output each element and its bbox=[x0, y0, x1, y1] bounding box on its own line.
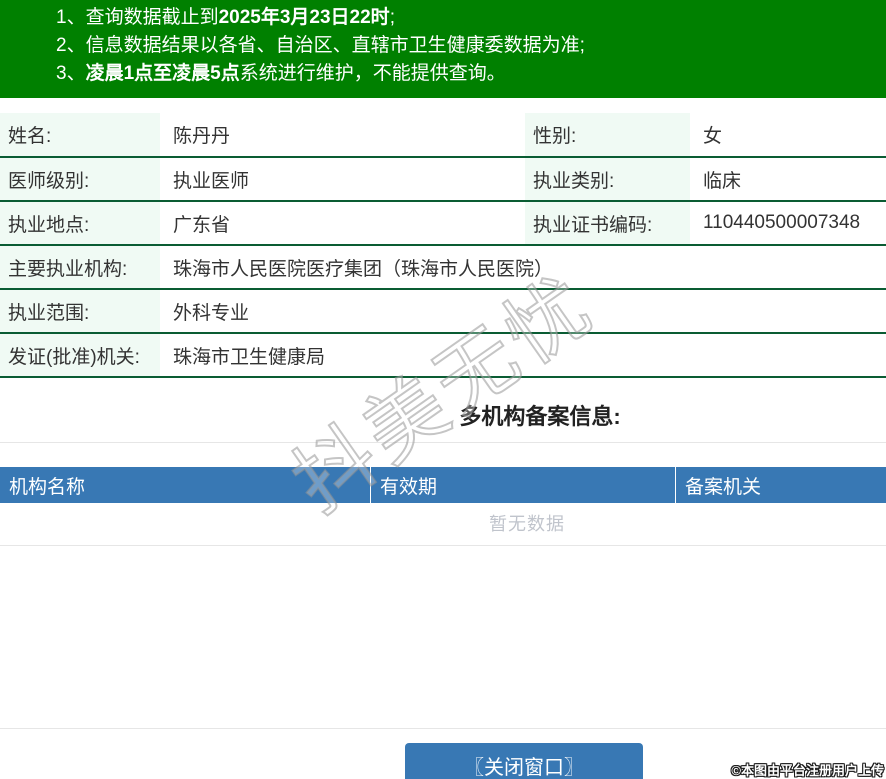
field-label-practice-category: 执业类别: bbox=[525, 157, 690, 202]
practitioner-detail-table: 姓名: 陈丹丹 性别: 女 医师级别: 执业医师 执业类别: 临床 执业地点: … bbox=[0, 113, 886, 378]
table-row: 主要执业机构: 珠海市人民医院医疗集团（珠海市人民医院） bbox=[0, 245, 886, 290]
column-header-institution-name: 机构名称 bbox=[0, 467, 371, 503]
column-header-validity-period: 有效期 bbox=[371, 467, 676, 503]
field-value-name: 陈丹丹 bbox=[160, 113, 525, 158]
field-label-doctor-level: 医师级别: bbox=[0, 157, 160, 202]
table-row: 医师级别: 执业医师 执业类别: 临床 bbox=[0, 157, 886, 202]
query-result-page: 1、查询数据截止到2025年3月23日22时; 2、信息数据结果以各省、自治区、… bbox=[0, 0, 886, 779]
field-value-practice-scope: 外科专业 bbox=[160, 289, 886, 334]
field-label-issuing-authority: 发证(批准)机关: bbox=[0, 333, 160, 378]
multi-org-section-title: 多机构备案信息: bbox=[0, 390, 886, 443]
empty-data-text: 暂无数据 bbox=[489, 514, 565, 534]
section-title-text: 多机构备案信息: bbox=[459, 404, 621, 429]
field-label-gender: 性别: bbox=[525, 113, 690, 158]
column-header-record-authority: 备案机关 bbox=[685, 476, 762, 498]
field-label-practice-scope: 执业范围: bbox=[0, 289, 160, 334]
notice-line-2: 2、信息数据结果以各省、自治区、直辖市卫生健康委数据为准; bbox=[56, 35, 585, 56]
field-value-certificate-number: 110440500007348 bbox=[690, 201, 886, 246]
close-window-button[interactable]: 〖关闭窗口〗 bbox=[405, 743, 643, 779]
field-value-doctor-level: 执业医师 bbox=[160, 157, 525, 202]
table-row: 姓名: 陈丹丹 性别: 女 bbox=[0, 113, 886, 158]
table-row: 执业地点: 广东省 执业证书编码: 110440500007348 bbox=[0, 201, 886, 246]
notice-banner: 1、查询数据截止到2025年3月23日22时; 2、信息数据结果以各省、自治区、… bbox=[0, 0, 886, 98]
field-label-certificate-number: 执业证书编码: bbox=[525, 201, 690, 246]
table-row: 执业范围: 外科专业 bbox=[0, 289, 886, 334]
field-value-practice-category: 临床 bbox=[690, 157, 886, 202]
field-label-name: 姓名: bbox=[0, 113, 160, 158]
multi-org-table-header: 机构名称 有效期 备案机关 bbox=[0, 467, 886, 503]
footer-divider bbox=[0, 728, 886, 729]
field-value-issuing-authority: 珠海市卫生健康局 bbox=[160, 333, 886, 378]
field-value-practice-location: 广东省 bbox=[160, 201, 525, 246]
field-label-practice-location: 执业地点: bbox=[0, 201, 160, 246]
field-value-main-institution: 珠海市人民医院医疗集团（珠海市人民医院） bbox=[160, 245, 886, 290]
copyright-stamp: ©本图由平台注册用户上传 bbox=[731, 763, 884, 778]
notice-line-1: 1、查询数据截止到2025年3月23日22时; bbox=[56, 7, 395, 28]
empty-data-row: 暂无数据 bbox=[0, 503, 886, 546]
field-label-main-institution: 主要执业机构: bbox=[0, 245, 160, 290]
field-value-gender: 女 bbox=[690, 113, 886, 158]
table-row: 发证(批准)机关: 珠海市卫生健康局 bbox=[0, 333, 886, 378]
notice-line-3: 3、凌晨1点至凌晨5点系统进行维护，不能提供查询。 bbox=[56, 63, 506, 84]
